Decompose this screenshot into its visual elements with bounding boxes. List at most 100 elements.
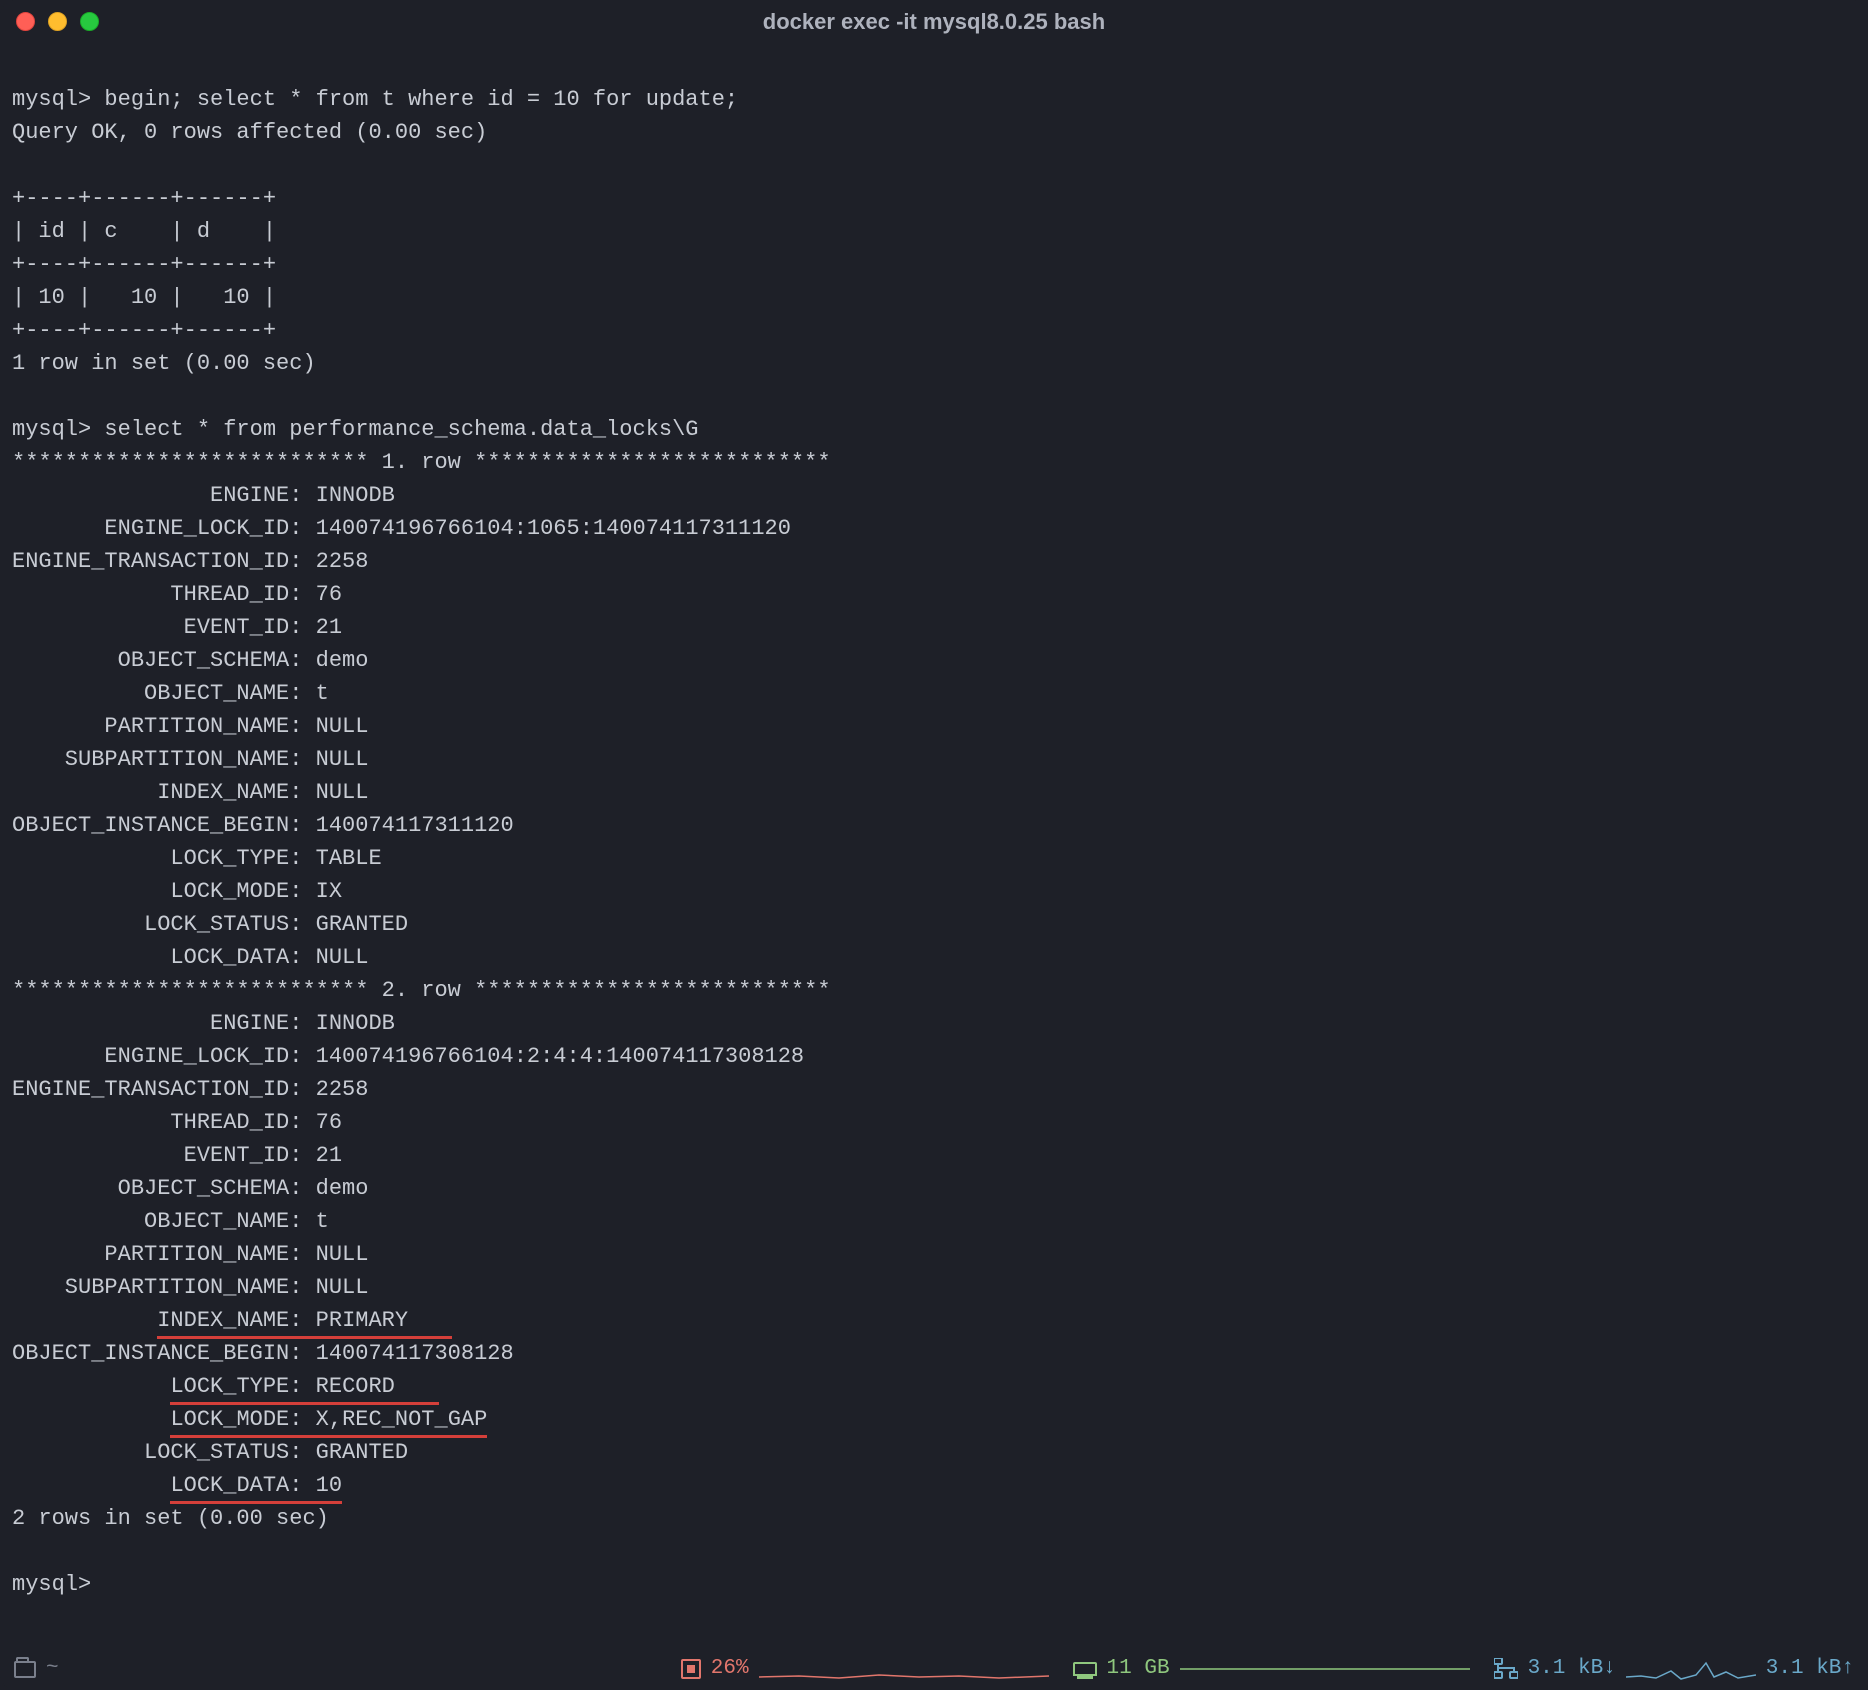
r2-iname-v: PRIMARY [316, 1308, 408, 1333]
r2-lockid-v: 140074196766104:2:4:4:140074117308128 [316, 1044, 804, 1069]
r2-ldata-v: 10 [316, 1473, 342, 1498]
r1-tid-k: THREAD_ID: [12, 582, 316, 607]
r2-lmode-k: LOCK_MODE: [170, 1407, 315, 1432]
r1-lstatus-k: LOCK_STATUS: [12, 912, 316, 937]
query-ok-1: Query OK, 0 rows affected (0.00 sec) [12, 120, 487, 145]
terminal-body[interactable]: mysql> begin; select * from t where id =… [0, 42, 1868, 1648]
titlebar: docker exec -it mysql8.0.25 bash [0, 0, 1868, 42]
r1-eid-k: EVENT_ID: [12, 615, 316, 640]
r2-ltype-hl: LOCK_TYPE: RECORD [170, 1370, 394, 1403]
r2-pname-v: NULL [316, 1242, 369, 1267]
rows-in-set-1: 1 row in set (0.00 sec) [12, 351, 316, 376]
r2-pname-k: PARTITION_NAME: [12, 1242, 316, 1267]
minimize-icon[interactable] [48, 12, 67, 31]
r1-iname-v: NULL [316, 780, 369, 805]
table-header: | id | c | d | [12, 219, 276, 244]
status-cwd: ~ [14, 1653, 59, 1685]
r1-txid-v: 2258 [316, 549, 369, 574]
status-bar: ~ 26% 11 GB [0, 1648, 1868, 1690]
window-title: docker exec -it mysql8.0.25 bash [0, 5, 1868, 38]
r2-ldata-hl: LOCK_DATA: 10 [170, 1469, 342, 1502]
r1-spname-k: SUBPARTITION_NAME: [12, 747, 316, 772]
r2-oib-k: OBJECT_INSTANCE_BEGIN: [12, 1341, 316, 1366]
r1-spname-v: NULL [316, 747, 369, 772]
r1-oib-v: 140074117311120 [316, 813, 514, 838]
r1-pname-v: NULL [316, 714, 369, 739]
table-row: | 10 | 10 | 10 | [12, 285, 276, 310]
r2-iname-hl: INDEX_NAME: PRIMARY [157, 1304, 408, 1337]
row-sep-2: *************************** 2. row *****… [12, 978, 831, 1003]
r2-lstatus-v: GRANTED [316, 1440, 408, 1465]
r2-lmode-pad [12, 1407, 170, 1432]
status-net: 3.1 kB↓ 3.1 kB↑ [1494, 1653, 1854, 1685]
cpu-percent: 26% [711, 1653, 749, 1685]
sql-prompt-2: mysql> select * from performance_schema.… [12, 417, 699, 442]
r1-engine-k: ENGINE: [12, 483, 316, 508]
cwd-text: ~ [46, 1653, 59, 1685]
r2-txid-v: 2258 [316, 1077, 369, 1102]
cpu-icon [681, 1659, 701, 1679]
net-sparkline [1626, 1657, 1756, 1681]
r2-iname-pad [12, 1308, 157, 1333]
r2-eid-k: EVENT_ID: [12, 1143, 316, 1168]
r1-txid-k: ENGINE_TRANSACTION_ID: [12, 549, 316, 574]
r1-ltype-k: LOCK_TYPE: [12, 846, 316, 871]
r2-ldata-pad [12, 1473, 170, 1498]
r1-engine-v: INNODB [316, 483, 395, 508]
r1-oname-v: t [316, 681, 329, 706]
ram-sparkline [1180, 1657, 1470, 1681]
folder-icon [14, 1661, 36, 1678]
r1-ldata-v: NULL [316, 945, 369, 970]
r1-iname-k: INDEX_NAME: [12, 780, 316, 805]
sql-prompt-1: mysql> begin; select * from t where id =… [12, 87, 738, 112]
network-icon [1494, 1658, 1518, 1680]
r2-engine-v: INNODB [316, 1011, 395, 1036]
table-border: +----+------+------+ [12, 186, 276, 211]
r2-ltype-pad [12, 1374, 170, 1399]
status-cpu: 26% [681, 1653, 1049, 1685]
zoom-icon[interactable] [80, 12, 99, 31]
r2-lmode-hl: LOCK_MODE: X,REC_NOT_GAP [170, 1403, 487, 1436]
ram-icon [1073, 1662, 1097, 1676]
r2-ltype-k: LOCK_TYPE: [170, 1374, 315, 1399]
r1-lmode-k: LOCK_MODE: [12, 879, 316, 904]
r2-engine-k: ENGINE: [12, 1011, 316, 1036]
r2-spname-k: SUBPARTITION_NAME: [12, 1275, 316, 1300]
row-sep-1: *************************** 1. row *****… [12, 450, 831, 475]
r1-oib-k: OBJECT_INSTANCE_BEGIN: [12, 813, 316, 838]
r2-eid-v: 21 [316, 1143, 342, 1168]
r2-ltype-v: RECORD [316, 1374, 395, 1399]
r1-schema-k: OBJECT_SCHEMA: [12, 648, 316, 673]
status-ram: 11 GB [1073, 1653, 1470, 1685]
r2-lmode-v: X,REC_NOT_GAP [316, 1407, 488, 1432]
r2-spname-v: NULL [316, 1275, 369, 1300]
r2-tid-v: 76 [316, 1110, 342, 1135]
table-border: +----+------+------+ [12, 318, 276, 343]
r1-ltype-v: TABLE [316, 846, 382, 871]
r2-txid-k: ENGINE_TRANSACTION_ID: [12, 1077, 316, 1102]
r1-pname-k: PARTITION_NAME: [12, 714, 316, 739]
r2-ldata-k: LOCK_DATA: [170, 1473, 315, 1498]
r2-oib-v: 140074117308128 [316, 1341, 514, 1366]
rows-in-set-2: 2 rows in set (0.00 sec) [12, 1506, 329, 1531]
r2-tid-k: THREAD_ID: [12, 1110, 316, 1135]
r1-ldata-k: LOCK_DATA: [12, 945, 316, 970]
r2-oname-k: OBJECT_NAME: [12, 1209, 316, 1234]
terminal-window: docker exec -it mysql8.0.25 bash mysql> … [0, 0, 1868, 1690]
r1-oname-k: OBJECT_NAME: [12, 681, 316, 706]
table-border: +----+------+------+ [12, 252, 276, 277]
cpu-sparkline [759, 1657, 1049, 1681]
net-down: 3.1 kB↓ [1528, 1653, 1616, 1685]
r2-schema-k: OBJECT_SCHEMA: [12, 1176, 316, 1201]
net-up: 3.1 kB↑ [1766, 1653, 1854, 1685]
r2-schema-v: demo [316, 1176, 369, 1201]
sql-prompt-3: mysql> [12, 1572, 104, 1597]
r1-schema-v: demo [316, 648, 369, 673]
r1-eid-v: 21 [316, 615, 342, 640]
traffic-lights [16, 12, 99, 31]
r2-iname-k: INDEX_NAME: [157, 1308, 315, 1333]
r1-lmode-v: IX [316, 879, 342, 904]
close-icon[interactable] [16, 12, 35, 31]
r2-lockid-k: ENGINE_LOCK_ID: [12, 1044, 316, 1069]
r2-lstatus-k: LOCK_STATUS: [12, 1440, 316, 1465]
